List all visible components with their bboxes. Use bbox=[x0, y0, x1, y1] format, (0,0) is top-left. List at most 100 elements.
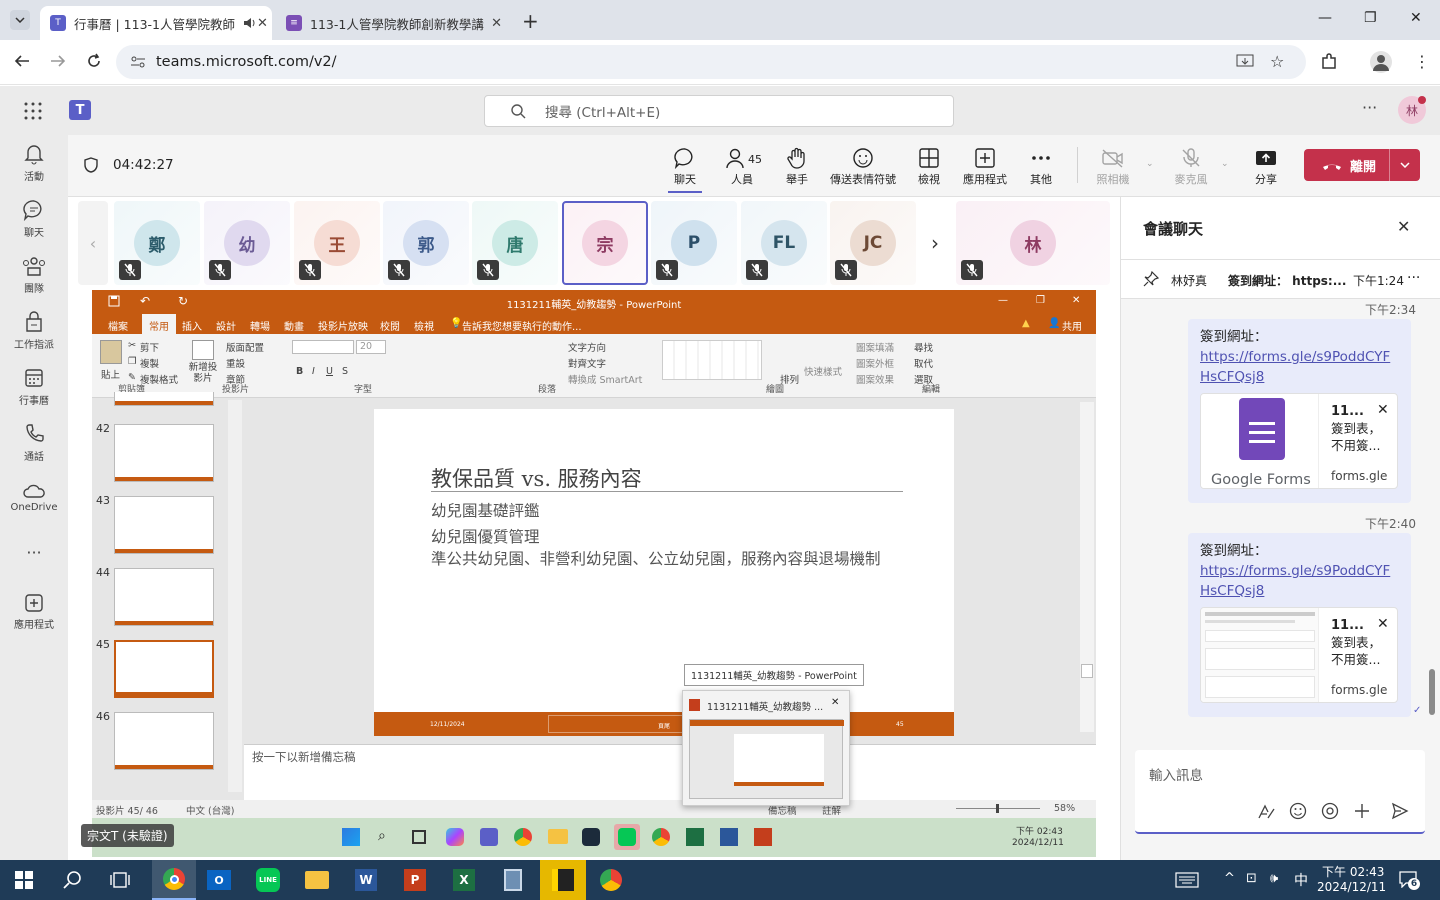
send-icon[interactable] bbox=[1391, 802, 1409, 820]
message-compose-box[interactable]: 輸入訊息 bbox=[1135, 750, 1425, 834]
rail-item-onedrive[interactable]: OneDrive bbox=[0, 483, 68, 513]
rail-item-teams[interactable]: 團隊 bbox=[0, 255, 68, 295]
more-button[interactable]: 其他 bbox=[1028, 147, 1054, 187]
add-icon[interactable] bbox=[1353, 802, 1371, 820]
new-tab-button[interactable]: + bbox=[522, 9, 539, 33]
clock-time[interactable]: 下午 02:43 bbox=[1322, 863, 1384, 880]
leave-button[interactable]: 離開 bbox=[1304, 149, 1420, 181]
more-options-icon[interactable]: ··· bbox=[1407, 270, 1420, 286]
participant-tile[interactable]: 宗 bbox=[562, 201, 648, 285]
profile-icon[interactable] bbox=[1370, 51, 1392, 73]
close-icon[interactable]: ✕ bbox=[491, 16, 502, 31]
ime-indicator[interactable]: 中 bbox=[1294, 870, 1308, 890]
participant-tile[interactable]: 唐 bbox=[472, 201, 558, 285]
rail-item-calendar[interactable]: 行事曆 bbox=[0, 367, 68, 407]
notification-button[interactable]: 6 bbox=[1398, 870, 1420, 890]
react-button[interactable]: 傳送表情符號 bbox=[828, 147, 898, 187]
mic-button[interactable]: 麥克風 bbox=[1174, 147, 1208, 187]
browser-tab[interactable]: ≡ 113-1人管學院教師創新教學講 ✕ bbox=[276, 6, 512, 40]
close-window-button[interactable]: ✕ bbox=[1410, 10, 1422, 26]
tab-search-button[interactable] bbox=[10, 10, 30, 30]
chevron-down-icon[interactable]: ⌄ bbox=[1146, 159, 1154, 169]
rail-item-calls[interactable]: 通話 bbox=[0, 423, 68, 463]
loop-icon[interactable] bbox=[1321, 802, 1339, 820]
copilot-icon bbox=[446, 828, 464, 846]
taskbar-line[interactable]: LINE bbox=[253, 865, 283, 895]
camera-button[interactable]: 照相機 bbox=[1096, 147, 1130, 187]
close-icon[interactable]: ✕ bbox=[1377, 400, 1389, 420]
search-button[interactable] bbox=[57, 865, 87, 895]
forward-icon[interactable] bbox=[50, 53, 66, 69]
rail-item-activity[interactable]: 活動 bbox=[0, 143, 68, 183]
taskbar-chrome-active[interactable] bbox=[152, 860, 196, 900]
message-link[interactable]: https://forms.gle/s9PoddCYFHsCFQsj8 bbox=[1200, 347, 1400, 387]
taskbar-explorer[interactable] bbox=[302, 865, 332, 895]
view-button[interactable]: 檢視 bbox=[916, 147, 942, 187]
close-icon[interactable]: ✕ bbox=[1397, 217, 1410, 236]
apps-button[interactable]: 應用程式 bbox=[962, 147, 1008, 187]
taskbar-word[interactable]: W bbox=[351, 865, 381, 895]
task-view-button[interactable] bbox=[105, 865, 135, 895]
share-button[interactable]: 分享 bbox=[1254, 147, 1278, 187]
bookmark-star-icon[interactable]: ☆ bbox=[1270, 52, 1284, 71]
start-button[interactable] bbox=[9, 865, 39, 895]
network-icon[interactable]: ⊡ bbox=[1246, 871, 1257, 886]
participant-tile[interactable]: 郭 bbox=[383, 201, 469, 285]
participant-tile[interactable]: 王 bbox=[294, 201, 380, 285]
message-link[interactable]: https://forms.gle/s9PoddCYFHsCFQsj8 bbox=[1200, 561, 1400, 601]
taskbar-outlook[interactable]: O bbox=[204, 865, 234, 895]
scroll-left-button[interactable]: ‹ bbox=[78, 201, 108, 285]
participant-tile[interactable]: 幼 bbox=[204, 201, 290, 285]
chat-button[interactable]: 聊天 bbox=[668, 147, 702, 193]
keyboard-icon[interactable] bbox=[1172, 865, 1202, 895]
taskbar-sticky-notes[interactable] bbox=[540, 860, 586, 900]
address-bar[interactable]: teams.microsoft.com/v2/ ☆ bbox=[116, 45, 1306, 79]
restore-button[interactable]: ❐ bbox=[1364, 10, 1377, 26]
minimize-button[interactable]: — bbox=[1318, 10, 1332, 26]
link-preview-card[interactable]: Google Forms 11... ✕ 簽到表，不用簽... forms.gl… bbox=[1200, 393, 1398, 489]
extensions-icon[interactable] bbox=[1320, 53, 1338, 71]
participant-tile[interactable]: 林 bbox=[956, 201, 1110, 285]
browser-menu-icon[interactable]: ⋮ bbox=[1414, 52, 1430, 71]
install-app-icon[interactable] bbox=[1236, 54, 1254, 70]
participant-tile[interactable]: P bbox=[651, 201, 737, 285]
close-icon[interactable]: ✕ bbox=[1377, 614, 1389, 634]
search-input[interactable]: 搜尋 (Ctrl+Alt+E) bbox=[484, 95, 954, 127]
chevron-down-icon[interactable] bbox=[1400, 162, 1410, 168]
chevron-up-icon[interactable]: ^ bbox=[1224, 871, 1235, 886]
people-button[interactable]: 45 人員 bbox=[722, 147, 762, 187]
volume-icon[interactable]: 🕪 bbox=[1270, 871, 1278, 886]
rail-item-chat[interactable]: 聊天 bbox=[0, 199, 68, 239]
avatar[interactable]: 林 bbox=[1398, 96, 1426, 124]
outlook-icon: O bbox=[207, 870, 231, 890]
format-icon[interactable] bbox=[1257, 804, 1275, 820]
reload-icon[interactable] bbox=[86, 53, 102, 69]
rail-item-apps[interactable]: 應用程式 bbox=[0, 593, 68, 631]
chevron-down-icon[interactable]: ⌄ bbox=[1221, 159, 1229, 169]
emoji-icon bbox=[853, 148, 873, 168]
participant-tile[interactable]: 鄭 bbox=[114, 201, 200, 285]
emoji-icon[interactable] bbox=[1289, 802, 1307, 820]
site-info-icon[interactable] bbox=[130, 55, 146, 69]
app-launcher-icon[interactable] bbox=[24, 102, 42, 120]
taskbar-excel[interactable]: X bbox=[449, 865, 479, 895]
participant-tile[interactable]: FL bbox=[741, 201, 827, 285]
card-title: 11... bbox=[1331, 404, 1364, 419]
chat-scrollbar[interactable] bbox=[1429, 669, 1435, 715]
link-preview-card[interactable]: 11... ✕ 簽到表，不用簽... forms.gle bbox=[1200, 607, 1398, 703]
clock-date[interactable]: 2024/12/11 bbox=[1317, 880, 1386, 894]
rail-item-assignments[interactable]: 工作指派 bbox=[0, 311, 68, 351]
close-icon[interactable]: ✕ bbox=[257, 16, 268, 31]
rail-more-icon[interactable]: ··· bbox=[0, 543, 68, 562]
browser-tab-active[interactable]: T 行事曆 | 113-1人管學院教師 ✕ bbox=[40, 6, 272, 40]
taskbar-chrome[interactable] bbox=[596, 865, 626, 895]
raise-hand-button[interactable]: 舉手 bbox=[784, 147, 810, 187]
scroll-right-button[interactable]: › bbox=[920, 201, 950, 285]
participant-tile[interactable]: JC bbox=[830, 201, 916, 285]
tab-title: 113-1人管學院教師創新教學講 bbox=[310, 16, 484, 32]
back-icon[interactable] bbox=[14, 53, 30, 69]
pinned-message[interactable]: 林妤真 簽到網址： https:... 下午1:24 ··· bbox=[1121, 259, 1440, 299]
taskbar-powerpoint[interactable]: P bbox=[400, 865, 430, 895]
taskbar-calculator[interactable] bbox=[498, 865, 528, 895]
more-options-icon[interactable]: ··· bbox=[1362, 98, 1377, 117]
